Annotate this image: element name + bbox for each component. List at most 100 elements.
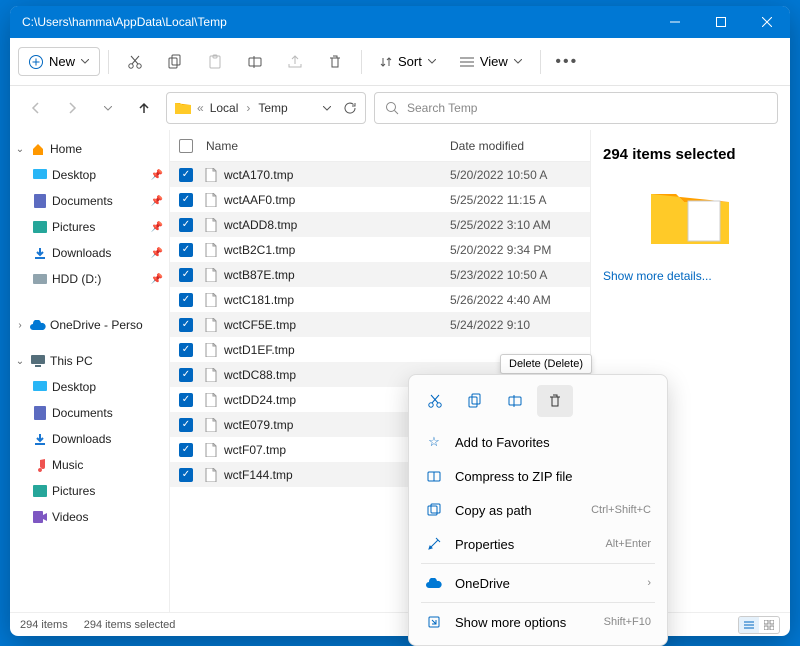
window-title: C:\Users\hamma\AppData\Local\Temp bbox=[22, 15, 652, 29]
ctx-copy-path[interactable]: Copy as pathCtrl+Shift+C bbox=[415, 493, 661, 527]
back-button[interactable] bbox=[22, 94, 50, 122]
row-checkbox[interactable]: ✓ bbox=[179, 243, 193, 257]
new-button[interactable]: New bbox=[18, 47, 100, 76]
column-name[interactable]: Name bbox=[202, 139, 450, 153]
maximize-button[interactable] bbox=[698, 6, 744, 38]
row-checkbox[interactable]: ✓ bbox=[179, 318, 193, 332]
row-checkbox[interactable]: ✓ bbox=[179, 468, 193, 482]
ctx-onedrive[interactable]: OneDrive› bbox=[415, 566, 661, 600]
sidebar-item-hdd[interactable]: HDD (D:)📌 bbox=[10, 266, 169, 292]
row-checkbox[interactable]: ✓ bbox=[179, 218, 193, 232]
row-checkbox[interactable]: ✓ bbox=[179, 443, 193, 457]
cut-button[interactable] bbox=[117, 44, 153, 80]
sidebar-item-desktop2[interactable]: Desktop bbox=[10, 374, 169, 400]
ctx-compress-zip[interactable]: Compress to ZIP file bbox=[415, 459, 661, 493]
file-date: 5/23/2022 10:50 A bbox=[450, 268, 590, 282]
folder-icon bbox=[175, 101, 191, 115]
table-row[interactable]: ✓wctAAF0.tmp5/25/2022 11:15 A bbox=[170, 187, 590, 212]
sort-button[interactable]: Sort bbox=[370, 48, 446, 75]
sidebar-item-documents[interactable]: Documents📌 bbox=[10, 188, 169, 214]
navigation-row: « Local › Temp Search Temp bbox=[10, 86, 790, 130]
icons-view-button[interactable] bbox=[759, 617, 779, 633]
view-icon bbox=[460, 56, 474, 68]
file-name: wctADD8.tmp bbox=[220, 218, 450, 232]
file-icon bbox=[202, 268, 220, 282]
copy-button[interactable] bbox=[157, 44, 193, 80]
show-more-link[interactable]: Show more details... bbox=[603, 269, 778, 283]
titlebar[interactable]: C:\Users\hamma\AppData\Local\Temp bbox=[10, 6, 790, 38]
minimize-button[interactable] bbox=[652, 6, 698, 38]
file-name: wctAAF0.tmp bbox=[220, 193, 450, 207]
table-row[interactable]: ✓wctA170.tmp5/20/2022 10:50 A bbox=[170, 162, 590, 187]
status-bar: 294 items 294 items selected bbox=[10, 612, 790, 636]
delete-button[interactable] bbox=[317, 44, 353, 80]
ctx-add-favorites[interactable]: ☆Add to Favorites bbox=[415, 425, 661, 459]
crumb-temp[interactable]: Temp bbox=[258, 101, 287, 115]
search-placeholder: Search Temp bbox=[407, 101, 477, 115]
crumb-local[interactable]: Local bbox=[210, 101, 239, 115]
toolbar: New Sort View ••• bbox=[10, 38, 790, 86]
close-button[interactable] bbox=[744, 6, 790, 38]
sidebar-item-home[interactable]: ⌄Home bbox=[10, 136, 169, 162]
table-row[interactable]: ✓ wctC181.tmp5/26/2022 4:40 AM bbox=[170, 287, 590, 312]
address-bar[interactable]: « Local › Temp bbox=[166, 92, 366, 124]
ctx-delete-icon[interactable] bbox=[537, 385, 573, 417]
sidebar-item-desktop[interactable]: Desktop📌 bbox=[10, 162, 169, 188]
file-name: wctC181.tmp bbox=[220, 293, 450, 307]
view-button[interactable]: View bbox=[450, 48, 532, 75]
selection-heading: 294 items selected bbox=[603, 146, 778, 163]
sidebar-item-downloads[interactable]: Downloads📌 bbox=[10, 240, 169, 266]
row-checkbox[interactable]: ✓ bbox=[179, 368, 193, 382]
row-checkbox[interactable]: ✓ bbox=[179, 268, 193, 282]
sidebar-item-pictures2[interactable]: Pictures bbox=[10, 478, 169, 504]
ctx-copy-icon[interactable] bbox=[457, 385, 493, 417]
row-checkbox[interactable]: ✓ bbox=[179, 168, 193, 182]
share-button[interactable] bbox=[277, 44, 313, 80]
refresh-icon[interactable] bbox=[343, 101, 357, 115]
recent-button[interactable] bbox=[94, 94, 122, 122]
downloads-icon bbox=[32, 245, 48, 261]
sidebar-item-thispc[interactable]: ⌄This PC bbox=[10, 348, 169, 374]
file-date: 5/26/2022 4:40 AM bbox=[450, 293, 590, 307]
details-view-button[interactable] bbox=[739, 617, 759, 633]
ctx-more-options[interactable]: Show more optionsShift+F10 bbox=[415, 605, 661, 639]
sidebar-item-documents2[interactable]: Documents bbox=[10, 400, 169, 426]
column-headers: Name Date modified bbox=[170, 130, 590, 162]
sidebar-item-pictures[interactable]: Pictures📌 bbox=[10, 214, 169, 240]
paste-button[interactable] bbox=[197, 44, 233, 80]
select-all-checkbox[interactable] bbox=[179, 139, 193, 153]
sidebar-item-videos[interactable]: Videos bbox=[10, 504, 169, 530]
status-selected: 294 items selected bbox=[84, 619, 176, 631]
more-button[interactable]: ••• bbox=[549, 44, 585, 80]
up-button[interactable] bbox=[130, 94, 158, 122]
chevron-down-icon[interactable] bbox=[323, 106, 331, 111]
row-checkbox[interactable]: ✓ bbox=[179, 193, 193, 207]
file-icon bbox=[202, 318, 220, 332]
documents-icon bbox=[32, 193, 48, 209]
search-icon bbox=[385, 101, 399, 115]
table-row[interactable]: ✓wctB87E.tmp5/23/2022 10:50 A bbox=[170, 262, 590, 287]
ctx-properties[interactable]: PropertiesAlt+Enter bbox=[415, 527, 661, 561]
row-checkbox[interactable]: ✓ bbox=[179, 393, 193, 407]
zip-icon bbox=[425, 469, 443, 483]
row-checkbox[interactable]: ✓ bbox=[179, 418, 193, 432]
ctx-rename-icon[interactable] bbox=[497, 385, 533, 417]
sidebar-item-onedrive[interactable]: ›OneDrive - Perso bbox=[10, 312, 169, 338]
view-toggle[interactable] bbox=[738, 616, 780, 634]
table-row[interactable]: ✓wctADD8.tmp5/25/2022 3:10 AM bbox=[170, 212, 590, 237]
row-checkbox[interactable]: ✓ bbox=[179, 293, 193, 307]
column-date[interactable]: Date modified bbox=[450, 139, 590, 153]
new-label: New bbox=[49, 54, 75, 69]
forward-button[interactable] bbox=[58, 94, 86, 122]
rename-button[interactable] bbox=[237, 44, 273, 80]
sort-icon bbox=[380, 56, 392, 68]
sidebar-item-music[interactable]: Music bbox=[10, 452, 169, 478]
sidebar-item-downloads2[interactable]: Downloads bbox=[10, 426, 169, 452]
explorer-window: C:\Users\hamma\AppData\Local\Temp New So… bbox=[10, 6, 790, 636]
ctx-cut-icon[interactable] bbox=[417, 385, 453, 417]
row-checkbox[interactable]: ✓ bbox=[179, 343, 193, 357]
drive-icon bbox=[32, 271, 48, 287]
table-row[interactable]: ✓wctCF5E.tmp5/24/2022 9:10 bbox=[170, 312, 590, 337]
table-row[interactable]: ✓wctB2C1.tmp5/20/2022 9:34 PM bbox=[170, 237, 590, 262]
search-box[interactable]: Search Temp bbox=[374, 92, 778, 124]
